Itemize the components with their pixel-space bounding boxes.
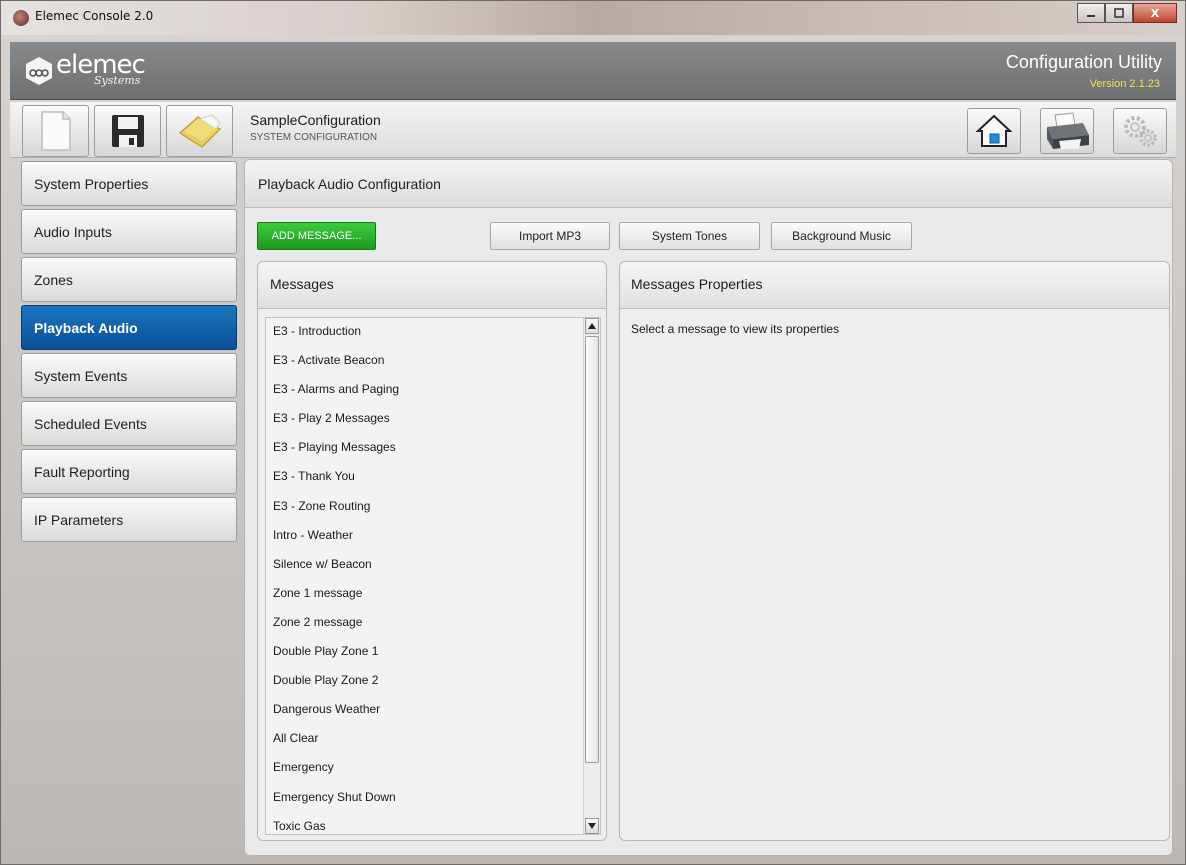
sidebar-item-label: Scheduled Events [34,415,147,432]
message-list-item[interactable]: Emergency Shut Down [266,784,583,813]
sidebar-item-scheduled-events[interactable]: Scheduled Events [21,401,237,446]
message-list-item[interactable]: Emergency [266,754,583,783]
sidebar-item-label: System Events [34,367,128,384]
scroll-up-arrow-icon [588,323,596,329]
new-document-icon [40,111,71,151]
app-window: Elemec Console 2.0 X elemec Systems Conf… [0,0,1186,865]
add-message-button[interactable]: ADD MESSAGE... [257,222,376,250]
properties-panel: Messages Properties Select a message to … [619,261,1170,841]
printer-icon [1047,112,1089,149]
window-controls: X [1077,3,1177,25]
app-version: Version 2.1.23 [1089,78,1160,90]
sidebar-item-zones[interactable]: Zones [21,257,237,302]
sidebar-item-system-events[interactable]: System Events [21,353,237,398]
close-button[interactable]: X [1133,3,1177,23]
messages-scrollbar[interactable] [583,318,600,834]
scroll-down-button[interactable] [585,818,599,834]
message-list-item[interactable]: E3 - Thank You [266,463,583,492]
messages-list: E3 - Introduction E3 - Activate Beacon E3 … [266,318,583,834]
message-list-item[interactable]: Double Play Zone 2 [266,667,583,696]
message-list-item[interactable]: Intro - Weather [266,522,583,551]
message-list-item[interactable]: All Clear [266,725,583,754]
save-button[interactable] [94,105,161,157]
sidebar-item-label: Zones [34,271,73,288]
message-list-item[interactable]: E3 - Activate Beacon [266,347,583,376]
sidebar-item-label: Fault Reporting [34,463,130,480]
message-list-item[interactable]: E3 - Introduction [266,318,583,347]
minimize-icon [1087,15,1095,17]
scroll-up-button[interactable] [585,318,599,334]
sidebar-item-label: Playback Audio [34,319,138,336]
messages-panel: Messages E3 - Introduction E3 - Activate … [257,261,607,841]
properties-header: Messages Properties [620,262,1169,309]
settings-gears-icon [1124,116,1157,147]
toolbar: SampleConfiguration SYSTEM CONFIGURATION [10,102,1176,158]
message-list-item[interactable]: E3 - Playing Messages [266,434,583,463]
title-bar: Elemec Console 2.0 X [1,1,1185,35]
elemec-logo-icon [26,57,52,85]
message-list-item[interactable]: Dangerous Weather [266,696,583,725]
messages-listbox[interactable]: E3 - Introduction E3 - Activate Beacon E3 … [265,317,601,835]
app-header: elemec Systems Configuration Utility Ver… [10,42,1176,100]
sidebar-item-audio-inputs[interactable]: Audio Inputs [21,209,237,254]
message-list-item[interactable]: Silence w/ Beacon [266,551,583,580]
maximize-button[interactable] [1105,3,1133,23]
page-title: Playback Audio Configuration [258,176,441,192]
maximize-icon [1114,8,1124,18]
message-list-item[interactable]: Zone 2 message [266,609,583,638]
window-title: Elemec Console 2.0 [35,9,154,23]
message-list-item[interactable]: E3 - Play 2 Messages [266,405,583,434]
message-list-item[interactable]: E3 - Alarms and Paging [266,376,583,405]
minimize-button[interactable] [1077,3,1105,23]
sidebar-item-ip-parameters[interactable]: IP Parameters [21,497,237,542]
config-subtitle: SYSTEM CONFIGURATION [250,132,378,143]
scroll-down-arrow-icon [588,823,596,829]
config-name: SampleConfiguration [250,112,381,128]
message-list-item[interactable]: Toxic Gas [266,813,583,834]
main-panel: Playback Audio Configuration ADD MESSAGE… [244,159,1173,856]
sidebar-item-label: System Properties [34,175,149,192]
app-icon [13,10,29,26]
sidebar-item-label: IP Parameters [34,511,124,528]
home-button[interactable] [967,108,1021,154]
close-icon: X [1150,6,1160,20]
settings-button[interactable] [1113,108,1167,154]
logo-subtext: Systems [94,74,141,87]
sidebar-item-playback-audio[interactable]: Playback Audio [21,305,237,350]
home-icon [975,114,1013,147]
properties-hint: Select a message to view its properties [631,322,840,336]
sidebar-item-fault-reporting[interactable]: Fault Reporting [21,449,237,494]
open-button[interactable] [166,105,233,157]
main-header: Playback Audio Configuration [245,160,1172,208]
import-mp3-button[interactable]: Import MP3 [490,222,610,250]
background-music-button[interactable]: Background Music [771,222,912,250]
sidebar-item-label: Audio Inputs [34,223,112,240]
new-button[interactable] [22,105,89,157]
sidebar-item-system-properties[interactable]: System Properties [21,161,237,206]
scrollbar-thumb[interactable] [585,336,599,763]
message-list-item[interactable]: Zone 1 message [266,580,583,609]
open-folder-icon [178,114,221,148]
messages-header: Messages [258,262,606,309]
app-title: Configuration Utility [1005,52,1162,72]
message-list-item[interactable]: Double Play Zone 1 [266,638,583,667]
sidebar-nav: System Properties Audio Inputs Zones Pla… [21,161,237,545]
print-button[interactable] [1040,108,1094,154]
save-disk-icon [111,115,144,147]
message-list-item[interactable]: E3 - Zone Routing [266,493,583,522]
system-tones-button[interactable]: System Tones [619,222,760,250]
